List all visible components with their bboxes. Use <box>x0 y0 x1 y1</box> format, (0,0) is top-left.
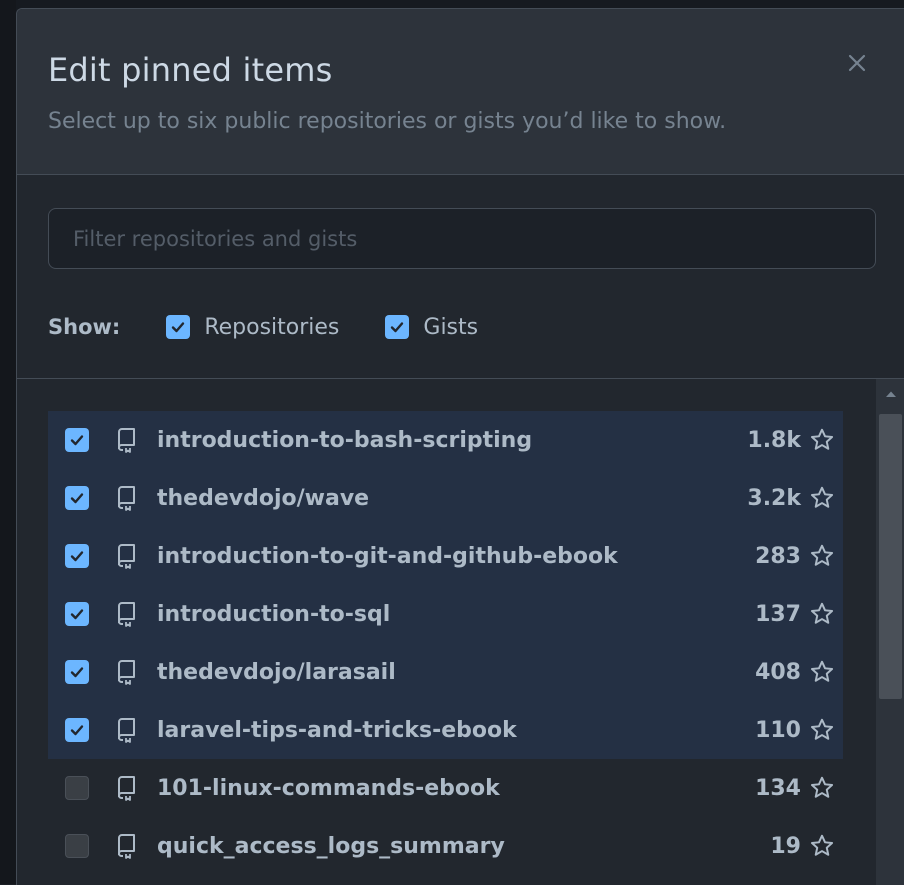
repo-row[interactable]: laravel-tips-and-tricks-ebook 110 <box>48 701 843 759</box>
star-icon-wrap <box>809 717 835 743</box>
checkmark-icon <box>70 609 84 620</box>
repo-star-count: 3.2k <box>747 485 801 511</box>
repo-icon-wrap <box>113 483 139 513</box>
dialog-title: Edit pinned items <box>48 51 333 89</box>
repositories-checkbox[interactable] <box>166 315 191 339</box>
repo-row[interactable]: quick_access_logs_summary 19 <box>48 817 843 875</box>
x-icon <box>848 54 866 72</box>
repository-list: introduction-to-bash-scripting 1.8k thedev… <box>48 411 843 875</box>
close-button[interactable] <box>843 49 871 77</box>
repo-star-count: 1.8k <box>747 427 801 453</box>
repo-row[interactable]: thedevdojo/wave 3.2k <box>48 469 843 527</box>
star-icon <box>810 486 834 508</box>
star-icon-wrap <box>809 833 835 859</box>
show-label: Show: <box>48 315 121 339</box>
repo-name: 101-linux-commands-ebook <box>157 775 500 801</box>
show-gists-option[interactable]: Gists <box>385 315 478 340</box>
list-scrollbar[interactable] <box>876 379 904 885</box>
repo-checkbox[interactable] <box>65 718 89 742</box>
scrollbar-thumb[interactable] <box>879 414 902 699</box>
repo-star-count: 137 <box>755 601 801 627</box>
star-icon-wrap <box>809 775 835 801</box>
repo-checkbox[interactable] <box>65 428 89 452</box>
repo-row[interactable]: introduction-to-sql 137 <box>48 585 843 643</box>
repo-icon <box>118 660 135 685</box>
repo-checkbox[interactable] <box>65 602 89 626</box>
repo-star-count: 134 <box>755 775 801 801</box>
repo-checkbox[interactable] <box>65 660 89 684</box>
repo-icon <box>118 428 135 453</box>
star-icon <box>810 428 834 450</box>
repo-name: introduction-to-bash-scripting <box>157 427 533 453</box>
gists-option-label: Gists <box>423 314 479 340</box>
checkmark-icon <box>391 322 404 333</box>
checkmark-icon <box>70 435 84 446</box>
checkmark-icon <box>70 725 84 736</box>
repo-star-count: 19 <box>770 833 801 859</box>
repo-star-count: 283 <box>755 543 801 569</box>
repo-star-count: 408 <box>755 659 801 685</box>
star-icon-wrap <box>809 601 835 627</box>
repo-icon-wrap <box>113 831 139 861</box>
repo-icon-wrap <box>113 599 139 629</box>
repo-name: introduction-to-git-and-github-ebook <box>157 543 618 569</box>
star-icon-wrap <box>809 543 835 569</box>
edit-pinned-items-dialog: Edit pinned items Select up to six publi… <box>16 8 904 885</box>
repo-icon-wrap <box>113 773 139 803</box>
repo-icon-wrap <box>113 541 139 571</box>
repo-icon-wrap <box>113 657 139 687</box>
repo-name: thedevdojo/wave <box>157 485 370 511</box>
checkmark-icon <box>70 551 84 562</box>
repo-row[interactable]: introduction-to-bash-scripting 1.8k <box>48 411 843 469</box>
star-icon-wrap <box>809 485 835 511</box>
repo-icon-wrap <box>113 715 139 745</box>
star-icon-wrap <box>809 427 835 453</box>
star-icon <box>810 660 834 682</box>
repo-checkbox[interactable] <box>65 544 89 568</box>
gists-checkbox[interactable] <box>385 315 410 339</box>
repo-icon <box>118 486 135 511</box>
repo-icon <box>118 602 135 627</box>
repo-row[interactable]: introduction-to-git-and-github-ebook 283 <box>48 527 843 585</box>
repo-icon <box>118 718 135 743</box>
show-repositories-option[interactable]: Repositories <box>166 315 339 340</box>
repo-name: laravel-tips-and-tricks-ebook <box>157 717 517 743</box>
repo-row[interactable]: thedevdojo/larasail 408 <box>48 643 843 701</box>
star-icon <box>810 544 834 566</box>
show-filter-row: Show: Repositories Gists <box>48 309 524 345</box>
repo-name: introduction-to-sql <box>157 601 391 627</box>
star-icon <box>810 776 834 798</box>
repo-icon <box>118 834 135 859</box>
repo-icon <box>118 544 135 569</box>
repo-star-count: 110 <box>755 717 801 743</box>
repo-name: thedevdojo/larasail <box>157 659 396 685</box>
dialog-header: Edit pinned items Select up to six publi… <box>17 9 904 175</box>
list-divider <box>17 378 904 379</box>
repo-checkbox[interactable] <box>65 486 89 510</box>
repo-checkbox[interactable] <box>65 776 89 800</box>
checkmark-icon <box>70 667 84 678</box>
repositories-option-label: Repositories <box>204 314 340 340</box>
filter-field <box>48 208 876 269</box>
star-icon <box>810 834 834 856</box>
caret-up-icon <box>885 391 896 397</box>
page-backdrop-strip <box>0 0 16 884</box>
repo-icon-wrap <box>113 425 139 455</box>
repo-row[interactable]: 101-linux-commands-ebook 134 <box>48 759 843 817</box>
checkmark-icon <box>172 322 185 333</box>
scroll-up-button[interactable] <box>876 379 904 408</box>
dialog-subtitle: Select up to six public repositories or … <box>48 109 727 134</box>
repo-icon <box>118 776 135 801</box>
star-icon <box>810 602 834 624</box>
filter-input[interactable] <box>49 209 875 268</box>
star-icon-wrap <box>809 659 835 685</box>
repo-checkbox[interactable] <box>65 834 89 858</box>
checkmark-icon <box>70 493 84 504</box>
star-icon <box>810 718 834 740</box>
repo-name: quick_access_logs_summary <box>157 833 505 859</box>
